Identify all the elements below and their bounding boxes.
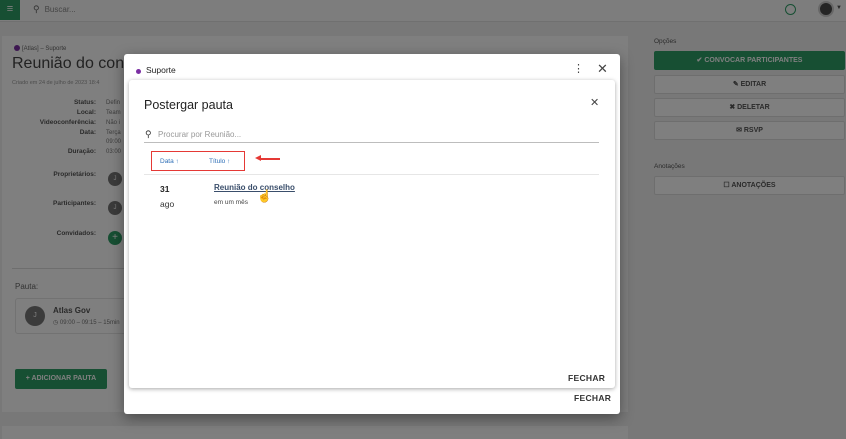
more-options-icon[interactable]: ⋮ xyxy=(573,62,584,75)
meeting-search-input[interactable] xyxy=(158,128,588,140)
close-button[interactable]: FECHAR xyxy=(574,393,611,403)
divider xyxy=(144,174,599,175)
hand-cursor-icon: ☝ xyxy=(257,189,272,203)
annotation-arrow xyxy=(260,158,280,160)
close-icon[interactable]: ✕ xyxy=(597,61,608,77)
meeting-title-link[interactable]: Reunião do conselho xyxy=(214,183,295,192)
meeting-search: ⚲ xyxy=(144,128,599,143)
tag-dot-icon xyxy=(136,69,141,74)
meeting-month: ago xyxy=(160,199,175,209)
sort-by-date[interactable]: Data ↑ xyxy=(160,158,179,165)
meeting-relative-time: em um mês xyxy=(214,199,248,206)
close-button[interactable]: FECHAR xyxy=(568,373,605,383)
dialog-title: Postergar pauta xyxy=(144,98,233,112)
sort-controls: Data ↑ Título ↑ xyxy=(151,151,245,171)
close-icon[interactable]: ✕ xyxy=(590,96,599,109)
search-icon: ⚲ xyxy=(145,129,152,139)
dialog-title: Suporte xyxy=(146,65,176,75)
postergar-pauta-dialog: Postergar pauta ✕ ⚲ Data ↑ Título ↑ 31 a… xyxy=(129,80,615,388)
sort-by-title[interactable]: Título ↑ xyxy=(209,158,230,165)
meeting-day: 31 xyxy=(160,184,170,194)
